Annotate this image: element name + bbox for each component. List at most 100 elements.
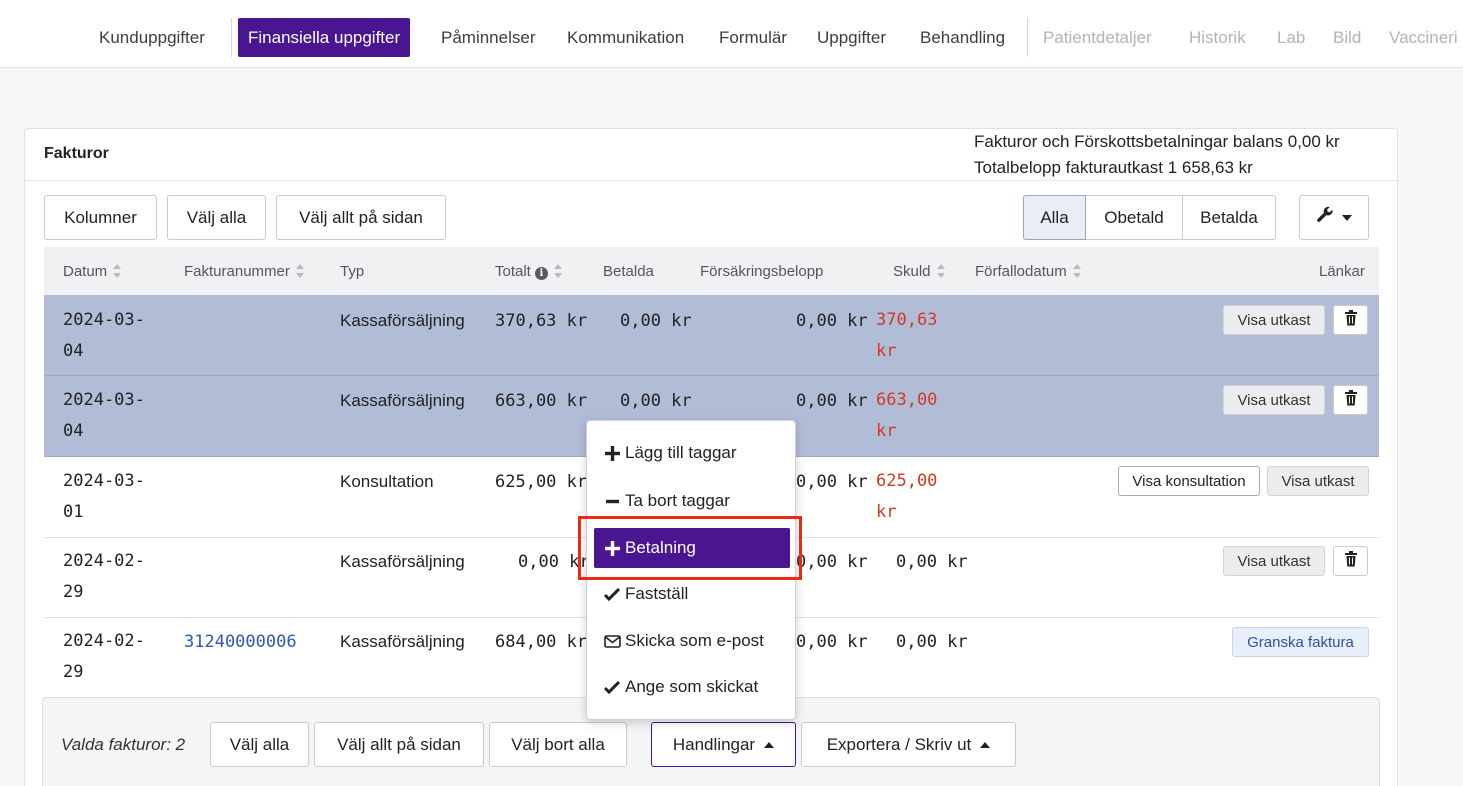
row-type: Konsultation	[340, 472, 434, 491]
menu-item-send-email[interactable]: Skicka som e-post	[587, 624, 795, 658]
check-icon	[603, 587, 621, 601]
row-insurance: 0,00 kr	[796, 391, 868, 411]
delete-button[interactable]	[1333, 385, 1368, 415]
tab-divider	[231, 18, 232, 57]
select-all-button[interactable]: Välj alla	[167, 195, 266, 240]
view-draft-button[interactable]: Visa utkast	[1223, 305, 1325, 335]
row-debt: 0,00 kr	[896, 552, 968, 572]
menu-item-mark-sent[interactable]: Ange som skickat	[587, 670, 795, 704]
filter-paid-button[interactable]: Betalda	[1182, 195, 1276, 240]
sort-icon	[113, 264, 122, 278]
col-date[interactable]: Datum	[63, 263, 122, 280]
menu-item-remove-tags[interactable]: Ta bort taggar	[587, 484, 795, 518]
top-tab-bar: Kunduppgifter Finansiella uppgifter Påmi…	[0, 0, 1463, 68]
filter-unpaid-button[interactable]: Obetald	[1085, 195, 1183, 240]
filter-all-button[interactable]: Alla	[1023, 195, 1086, 240]
check-icon	[603, 680, 621, 694]
sort-icon	[295, 264, 304, 278]
row-total: 370,63 kr	[495, 311, 588, 331]
menu-item-payment[interactable]: Betalning	[594, 528, 790, 568]
chevron-up-icon	[980, 741, 991, 748]
tab-paminnelser[interactable]: Påminnelser	[441, 18, 536, 57]
envelope-icon	[603, 634, 621, 648]
row-total: 684,00 kr	[495, 632, 588, 652]
tab-uppgifter[interactable]: Uppgifter	[817, 18, 886, 57]
payment-filter-group: Alla Obetald Betalda	[1023, 195, 1276, 240]
export-print-button[interactable]: Exportera / Skriv ut	[801, 722, 1016, 767]
tab-kommunikation[interactable]: Kommunikation	[567, 18, 684, 57]
col-insurance: Försäkringsbelopp	[700, 263, 824, 280]
row-date: 2024-02-29	[63, 551, 145, 602]
col-due-date[interactable]: Förfallodatum	[975, 263, 1081, 280]
columns-button[interactable]: Kolumner	[44, 195, 157, 240]
draft-total-summary: Totalbelopp fakturautkast 1 658,63 kr	[974, 158, 1253, 177]
tab-historik: Historik	[1189, 28, 1246, 47]
sort-icon	[1072, 264, 1081, 278]
menu-item-finalize[interactable]: Fastställ	[587, 577, 795, 611]
invoice-number-link[interactable]: 31240000006	[184, 632, 297, 652]
card-divider	[25, 180, 1397, 181]
selected-count-label: Valda fakturor: 2	[61, 735, 186, 754]
row-debt: 0,00 kr	[896, 632, 968, 652]
tab-behandling[interactable]: Behandling	[920, 18, 1005, 57]
deselect-all-button[interactable]: Välj bort alla	[489, 722, 627, 767]
row-type: Kassaförsäljning	[340, 632, 465, 651]
view-consultation-button[interactable]: Visa konsultation	[1118, 466, 1260, 496]
col-type: Typ	[340, 263, 365, 280]
settings-dropdown-button[interactable]	[1299, 195, 1369, 240]
sort-icon	[553, 264, 562, 278]
row-date: 2024-03-01	[63, 471, 145, 522]
row-total: 0,00 kr	[518, 552, 590, 572]
col-paid: Betalda	[603, 263, 654, 280]
delete-button[interactable]	[1333, 305, 1368, 335]
row-type: Kassaförsäljning	[340, 552, 465, 571]
delete-button[interactable]	[1333, 546, 1368, 576]
tab-finansiella-uppgifter[interactable]: Finansiella uppgifter	[238, 18, 411, 57]
tab-patientdetaljer: Patientdetaljer	[1043, 28, 1152, 47]
chevron-down-icon	[1342, 214, 1352, 221]
menu-item-add-tags[interactable]: Lägg till taggar	[587, 436, 795, 470]
view-draft-button[interactable]: Visa utkast	[1267, 466, 1369, 496]
tab-divider	[1027, 18, 1028, 57]
row-date: 2024-03-04	[63, 310, 145, 361]
trash-icon	[1344, 389, 1358, 411]
info-icon[interactable]: i	[534, 267, 548, 280]
row-total: 663,00 kr	[495, 391, 588, 411]
row-debt: 370,63 kr	[876, 310, 938, 361]
select-page-button[interactable]: Välj allt på sidan	[276, 195, 446, 240]
table-row[interactable]	[44, 295, 1379, 376]
row-insurance: 0,00 kr	[796, 632, 868, 652]
row-type: Kassaförsäljning	[340, 311, 465, 330]
card-title: Fakturor	[44, 145, 109, 162]
sort-icon	[936, 264, 945, 278]
col-total[interactable]: Totalt i	[495, 263, 562, 280]
chevron-up-icon	[764, 741, 775, 748]
col-invoice-no[interactable]: Fakturanummer	[184, 263, 304, 280]
row-debt: 663,00 kr	[876, 390, 938, 441]
col-debt[interactable]: Skuld	[893, 263, 945, 280]
row-date: 2024-02-29	[63, 631, 145, 682]
tab-formular[interactable]: Formulär	[719, 18, 787, 57]
row-paid: 0,00 kr	[620, 311, 692, 331]
view-draft-button[interactable]: Visa utkast	[1223, 385, 1325, 415]
tab-bild: Bild	[1333, 28, 1362, 47]
bottom-select-page-button[interactable]: Välj allt på sidan	[314, 722, 484, 767]
actions-button[interactable]: Handlingar	[651, 722, 796, 767]
review-invoice-button[interactable]: Granska faktura	[1232, 627, 1369, 657]
bottom-select-all-button[interactable]: Välj alla	[210, 722, 309, 767]
row-type: Kassaförsäljning	[340, 391, 465, 410]
view-draft-button[interactable]: Visa utkast	[1223, 546, 1325, 576]
wrench-icon	[1316, 206, 1334, 229]
trash-icon	[1344, 309, 1358, 331]
tab-kunduppgifter[interactable]: Kunduppgifter	[99, 18, 205, 57]
row-insurance: 0,00 kr	[796, 552, 868, 572]
actions-dropdown-menu: Lägg till taggar Ta bort taggar Betalnin…	[586, 420, 796, 720]
plus-icon	[603, 445, 621, 461]
row-date: 2024-03-04	[63, 390, 145, 441]
tab-vaccinering: Vaccineri	[1389, 28, 1458, 47]
row-insurance: 0,00 kr	[796, 311, 868, 331]
row-total: 625,00 kr	[495, 472, 588, 492]
minus-icon	[603, 494, 621, 509]
balance-summary: Fakturor och Förskottsbetalningar balans…	[974, 132, 1340, 151]
row-insurance: 0,00 kr	[796, 472, 868, 492]
